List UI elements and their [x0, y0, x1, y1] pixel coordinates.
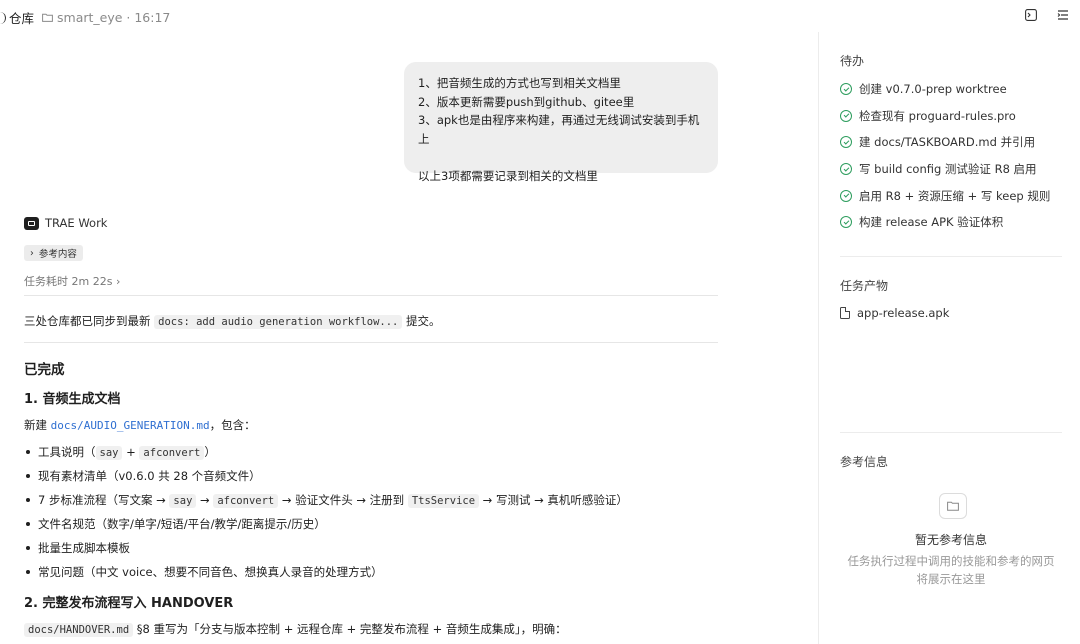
list-item: 工具说明（ say + afconvert）	[24, 440, 718, 464]
session-time: 16:17	[134, 10, 171, 25]
list-icon[interactable]	[1056, 8, 1070, 22]
user-message-line: 以上3项都需要记录到相关的文档里	[418, 168, 598, 183]
list-item: 批量生成脚本模板	[24, 536, 718, 560]
divider	[840, 432, 1062, 433]
divider	[24, 342, 718, 343]
todo-item[interactable]: 建 docs/TASKBOARD.md 并引用	[840, 129, 1050, 156]
reference-toggle-label: 参考内容	[38, 249, 77, 260]
list-item: 7 步标准流程（写文案 → say → afconvert → 验证文件头 → …	[24, 488, 718, 512]
top-actions	[1024, 8, 1070, 22]
empty-folder-icon	[939, 493, 967, 519]
window-title: 仓库 smart_eye · 16:17	[0, 8, 170, 27]
check-circle-icon	[840, 109, 852, 122]
section-text: docs/HANDOVER.md §8 重写为「分支与版本控制 + 远程仓库 +…	[24, 621, 567, 637]
artifact-name: app-release.apk	[857, 306, 950, 320]
section-title: 2. 完整发布流程写入 HANDOVER	[24, 596, 234, 611]
session-meta: smart_eye · 16:17	[42, 10, 170, 25]
empty-description: 任务执行过程中调用的技能和参考的网页 将展示在这里	[847, 554, 1055, 586]
list-item: 常见问题（中文 voice、想要不同音色、想换真人录音的处理方式）	[24, 560, 718, 584]
agent-name: TRAE Work	[45, 216, 108, 230]
back-icon[interactable]	[0, 11, 6, 24]
todo-item[interactable]: 检查现有 proguard-rules.pro	[840, 103, 1050, 130]
done-heading: 已完成	[24, 362, 65, 378]
todo-item[interactable]: 启用 R8 + 资源压缩 + 写 keep 规则	[840, 182, 1050, 209]
conversation-panel: 1、把音频生成的方式也写到相关文档里 2、版本更新需要push到github、g…	[0, 32, 818, 644]
feature-list: 工具说明（ say + afconvert） 现有素材清单（v0.6.0 共 28…	[24, 440, 718, 584]
section-intro: 新建 docs/AUDIO_GENERATION.md，包含：	[24, 418, 256, 432]
check-circle-icon	[840, 163, 852, 176]
check-circle-icon	[840, 136, 852, 149]
doc-link[interactable]: docs/AUDIO_GENERATION.md	[51, 419, 210, 432]
todo-item[interactable]: 创建 v0.7.0-prep worktree	[840, 76, 1050, 103]
file-icon	[840, 307, 850, 319]
user-message-bubble: 1、把音频生成的方式也写到相关文档里 2、版本更新需要push到github、g…	[404, 62, 718, 183]
check-circle-icon	[840, 216, 852, 229]
user-message-line: 2、版本更新需要push到github、gitee里	[418, 94, 635, 109]
summary-text: 三处仓库都已同步到最新 docs: add audio generation w…	[24, 314, 441, 329]
artifacts-title: 任务产物	[840, 279, 889, 293]
reference-title: 参考信息	[840, 455, 889, 469]
artifact-item[interactable]: app-release.apk	[840, 306, 949, 320]
todo-list: 创建 v0.7.0-prep worktree 检查现有 proguard-ru…	[840, 76, 1050, 236]
terminal-icon[interactable]	[1024, 8, 1038, 22]
commit-code: docs: add audio generation workflow...	[154, 315, 403, 329]
check-circle-icon	[840, 189, 852, 202]
todo-item[interactable]: 写 build config 测试验证 R8 启用	[840, 156, 1050, 183]
agent-logo-icon	[24, 216, 39, 230]
folder-name: smart_eye	[57, 10, 123, 25]
reference-toggle[interactable]: › 参考内容	[24, 245, 83, 261]
list-item: 文件名规范（数字/单字/短语/平台/教学/距离提示/历史）	[24, 512, 718, 536]
chevron-right-icon: ›	[115, 275, 121, 288]
todo-item[interactable]: 构建 release APK 验证体积	[840, 209, 1050, 236]
todo-title: 待办	[840, 54, 865, 68]
user-message-line: 3、apk也是由程序来构建，再通过无线调试安装到手机上	[418, 113, 700, 146]
doc-code: docs/HANDOVER.md	[24, 623, 134, 637]
task-sidebar: 待办 创建 v0.7.0-prep worktree 检查现有 proguard…	[818, 32, 1080, 644]
empty-title: 暂无参考信息	[914, 533, 987, 547]
list-item: 现有素材清单（v0.6.0 共 28 个音频文件）	[24, 464, 718, 488]
divider	[24, 295, 718, 296]
divider	[840, 256, 1062, 257]
top-bar: 仓库 smart_eye · 16:17	[0, 0, 1080, 32]
user-message-line: 1、把音频生成的方式也写到相关文档里	[418, 76, 621, 90]
section-title: 1. 音频生成文档	[24, 392, 121, 407]
agent-header: TRAE Work	[24, 216, 107, 230]
chevron-right-icon: ›	[30, 247, 34, 259]
folder-icon	[42, 10, 53, 25]
repo-title: 仓库	[9, 11, 35, 26]
elapsed-time[interactable]: 任务耗时 2m 22s ›	[24, 273, 120, 289]
check-circle-icon	[840, 83, 852, 96]
